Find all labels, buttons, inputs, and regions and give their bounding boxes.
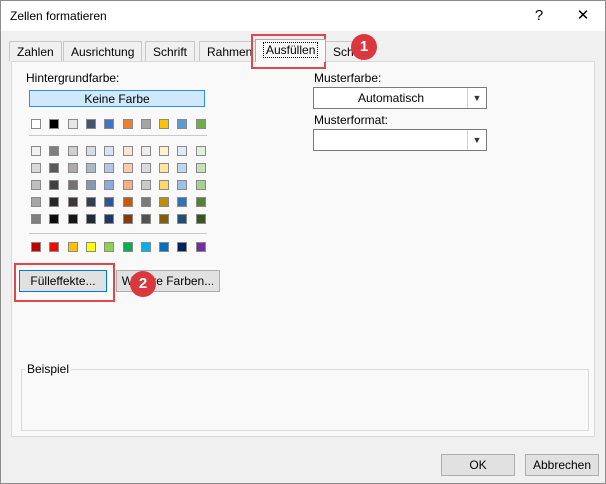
standard-color-swatch[interactable] xyxy=(31,242,41,252)
sample-label: Beispiel xyxy=(25,362,72,376)
shade-color-swatch[interactable] xyxy=(140,180,151,190)
shade-color-swatch[interactable] xyxy=(49,146,60,156)
shade-color-swatch[interactable] xyxy=(177,180,188,190)
theme-color-swatch[interactable] xyxy=(195,119,206,129)
shade-color-swatch[interactable] xyxy=(159,214,170,224)
shade-color-swatch[interactable] xyxy=(195,180,206,190)
shade-color-swatch[interactable] xyxy=(177,214,188,224)
standard-color-swatch[interactable] xyxy=(177,242,188,252)
shade-color-swatch[interactable] xyxy=(67,197,78,207)
shade-color-swatch[interactable] xyxy=(31,197,41,207)
standard-color-swatch[interactable] xyxy=(159,242,170,252)
no-color-button[interactable]: Keine Farbe xyxy=(29,90,205,107)
shade-color-swatch[interactable] xyxy=(122,146,133,156)
cancel-button[interactable]: Abbrechen xyxy=(525,454,599,476)
step-badge-2: 2 xyxy=(130,271,156,297)
highlight-fill-effects xyxy=(14,263,115,302)
shade-color-swatch[interactable] xyxy=(177,197,188,207)
shade-color-swatch[interactable] xyxy=(195,214,206,224)
shade-color-swatch[interactable] xyxy=(122,197,133,207)
standard-color-swatch[interactable] xyxy=(140,242,151,252)
shade-color-swatch[interactable] xyxy=(67,146,78,156)
shade-color-swatch[interactable] xyxy=(122,214,133,224)
step-badge-1: 1 xyxy=(351,34,377,60)
palette-divider-1 xyxy=(29,135,207,136)
shade-color-swatch[interactable] xyxy=(31,146,41,156)
shade-color-swatch[interactable] xyxy=(177,146,188,156)
tab-ausfuellen[interactable]: Ausfüllen xyxy=(255,39,327,62)
shade-color-swatch[interactable] xyxy=(140,197,151,207)
standard-color-swatch[interactable] xyxy=(49,242,60,252)
theme-color-swatch[interactable] xyxy=(104,119,115,129)
shade-color-swatch[interactable] xyxy=(122,163,133,173)
sample-box xyxy=(21,369,589,431)
shade-color-swatch[interactable] xyxy=(49,214,60,224)
theme-color-swatch[interactable] xyxy=(122,119,133,129)
shade-color-swatch[interactable] xyxy=(31,163,41,173)
dialog-title: Zellen formatieren xyxy=(10,9,107,23)
tab-schrift[interactable]: Schrift xyxy=(145,41,196,61)
pattern-style-label: Musterformat: xyxy=(314,113,389,127)
shade-color-swatch[interactable] xyxy=(104,197,115,207)
shade-color-swatch[interactable] xyxy=(67,214,78,224)
shade-color-swatch[interactable] xyxy=(195,197,206,207)
shade-color-swatch[interactable] xyxy=(49,163,60,173)
theme-color-swatch[interactable] xyxy=(31,119,41,129)
standard-color-swatch[interactable] xyxy=(195,242,206,252)
shade-color-swatch[interactable] xyxy=(85,180,96,190)
tab-ausrichtung[interactable]: Ausrichtung xyxy=(63,41,143,61)
shade-color-swatch[interactable] xyxy=(85,163,96,173)
shade-color-swatch[interactable] xyxy=(104,180,115,190)
shade-color-swatch[interactable] xyxy=(159,197,170,207)
format-cells-dialog: Zellen formatieren ? ✕ Zahlen Ausrichtun… xyxy=(0,0,606,484)
tab-zahlen[interactable]: Zahlen xyxy=(9,41,62,61)
chevron-down-icon: ▼ xyxy=(467,88,486,108)
shade-color-swatch[interactable] xyxy=(85,214,96,224)
shade-color-swatch[interactable] xyxy=(49,197,60,207)
standard-color-swatch[interactable] xyxy=(67,242,78,252)
shade-color-swatch[interactable] xyxy=(177,163,188,173)
shade-color-swatch[interactable] xyxy=(104,214,115,224)
shade-color-swatch[interactable] xyxy=(49,180,60,190)
pattern-color-value: Automatisch xyxy=(357,91,425,105)
pattern-color-label: Musterfarbe: xyxy=(314,71,382,85)
theme-color-swatch[interactable] xyxy=(85,119,96,129)
close-button[interactable]: ✕ xyxy=(570,5,596,27)
shade-color-swatch[interactable] xyxy=(140,214,151,224)
background-color-label: Hintergrundfarbe: xyxy=(26,71,120,85)
shade-color-swatch[interactable] xyxy=(159,146,170,156)
shade-color-swatch[interactable] xyxy=(85,146,96,156)
shade-color-swatch[interactable] xyxy=(122,180,133,190)
shade-color-swatch[interactable] xyxy=(104,163,115,173)
tab-ausfuellen-label: Ausfüllen xyxy=(263,42,319,58)
shade-color-swatch[interactable] xyxy=(104,146,115,156)
tab-strip: Zahlen Ausrichtung Schrift Rahmen Ausfül… xyxy=(1,39,605,62)
shade-color-swatch[interactable] xyxy=(140,163,151,173)
theme-color-swatch[interactable] xyxy=(67,119,78,129)
theme-color-swatch[interactable] xyxy=(177,119,188,129)
pattern-style-select[interactable]: ▼ xyxy=(313,129,487,151)
theme-color-swatch[interactable] xyxy=(159,119,170,129)
shade-color-swatch[interactable] xyxy=(85,197,96,207)
help-button[interactable]: ? xyxy=(526,5,552,27)
standard-color-swatch[interactable] xyxy=(85,242,96,252)
title-bar: Zellen formatieren ? ✕ xyxy=(1,1,605,31)
shade-color-swatch[interactable] xyxy=(195,146,206,156)
ok-button[interactable]: OK xyxy=(441,454,515,476)
palette-divider-2 xyxy=(29,233,207,234)
pattern-color-select[interactable]: Automatisch ▼ xyxy=(313,87,487,109)
shade-color-swatch[interactable] xyxy=(159,180,170,190)
chevron-down-icon: ▼ xyxy=(467,130,486,150)
shade-color-swatch[interactable] xyxy=(195,163,206,173)
shade-color-swatch[interactable] xyxy=(31,214,41,224)
shade-color-swatch[interactable] xyxy=(67,163,78,173)
standard-color-swatch[interactable] xyxy=(104,242,115,252)
shade-color-swatch[interactable] xyxy=(140,146,151,156)
theme-color-swatch[interactable] xyxy=(140,119,151,129)
shade-color-swatch[interactable] xyxy=(67,180,78,190)
standard-color-swatch[interactable] xyxy=(122,242,133,252)
shade-color-swatch[interactable] xyxy=(31,180,41,190)
theme-color-swatch[interactable] xyxy=(49,119,60,129)
shade-color-swatch[interactable] xyxy=(159,163,170,173)
